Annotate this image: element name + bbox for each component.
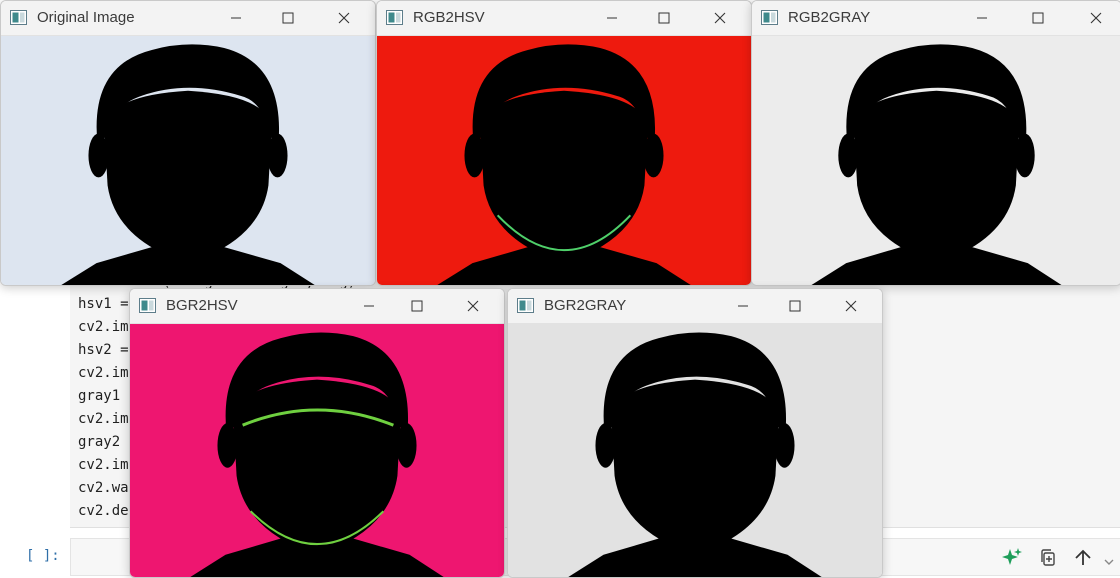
minimize-button[interactable] [213, 1, 259, 35]
arrow-up-icon[interactable] [1071, 546, 1095, 570]
app-icon [10, 10, 27, 25]
code-line: gray2 [78, 434, 121, 450]
window-title: RGB2GRAY [788, 9, 871, 26]
portrait-image: .o .suit{fill:#1c1f26}.o .shirt{fill:#ff… [1, 36, 375, 285]
code-line: cv2.im [78, 411, 129, 427]
window-original-image[interactable]: Original Image .o .suit{fill:#1c1f26}.o … [0, 0, 376, 286]
cell-prompt: [ ]: [26, 548, 60, 564]
code-line: cv2.de [78, 503, 129, 519]
portrait-image: .h1 .suit{fill:#2b2a78}.h1 .shirt{fill:#… [377, 36, 751, 285]
minimize-button[interactable] [959, 1, 1005, 35]
minimize-button[interactable] [720, 289, 766, 323]
window-title: Original Image [37, 9, 135, 26]
code-line: cv2.im [78, 319, 129, 335]
window-rgb2hsv[interactable]: RGB2HSV .h1 .suit{fill:#2b2a78}.h1 .shir… [376, 0, 752, 286]
sparkle-icon[interactable] [1000, 546, 1024, 570]
image-view: .h1 .suit{fill:#2b2a78}.h1 .shirt{fill:#… [377, 36, 751, 285]
minimize-button[interactable] [346, 289, 392, 323]
code-line: gray1 [78, 388, 121, 404]
titlebar[interactable]: BGR2GRAY [508, 289, 882, 324]
maximize-button[interactable] [641, 1, 687, 35]
close-button[interactable] [1073, 1, 1119, 35]
maximize-button[interactable] [1015, 1, 1061, 35]
image-view: .o .suit{fill:#1c1f26}.o .shirt{fill:#ff… [1, 36, 375, 285]
code-line: cv2.im [78, 457, 129, 473]
maximize-button[interactable] [394, 289, 440, 323]
titlebar[interactable]: RGB2GRAY [752, 1, 1120, 36]
portrait-image: .h2 .suit{fill:#243a8a}.h2 .shirt{fill:#… [130, 324, 504, 577]
close-button[interactable] [450, 289, 496, 323]
titlebar[interactable]: Original Image [1, 1, 375, 36]
titlebar[interactable]: BGR2HSV [130, 289, 504, 324]
duplicate-icon[interactable] [1036, 546, 1060, 570]
close-button[interactable] [697, 1, 743, 35]
code-line: cv2.im [78, 365, 129, 381]
image-view: .g2 .suit{fill:#1c1c1c}.g2 .shirt{fill:#… [508, 324, 882, 577]
chevron-down-icon[interactable] [1100, 550, 1118, 574]
close-button[interactable] [321, 1, 367, 35]
window-rgb2gray[interactable]: RGB2GRAY .g1 .suit{fill:#1e1e1e}.g1 .shi… [751, 0, 1120, 286]
window-title: BGR2HSV [166, 297, 238, 314]
close-button[interactable] [828, 289, 874, 323]
portrait-image: .g1 .suit{fill:#1e1e1e}.g1 .shirt{fill:#… [752, 36, 1120, 285]
window-title: BGR2GRAY [544, 297, 627, 314]
portrait-image: .g2 .suit{fill:#1c1c1c}.g2 .shirt{fill:#… [508, 324, 882, 577]
app-icon [139, 298, 156, 313]
app-icon [517, 298, 534, 313]
titlebar[interactable]: RGB2HSV [377, 1, 751, 36]
image-view: .h2 .suit{fill:#243a8a}.h2 .shirt{fill:#… [130, 324, 504, 577]
code-line: cv2.wa [78, 480, 129, 496]
app-icon [386, 10, 403, 25]
window-bgr2gray[interactable]: BGR2GRAY .g2 .suit{fill:#1c1c1c}.g2 .shi… [507, 288, 883, 578]
app-icon [761, 10, 778, 25]
window-bgr2hsv[interactable]: BGR2HSV .h2 .suit{fill:#243a8a}.h2 .shir… [129, 288, 505, 578]
image-view: .g1 .suit{fill:#1e1e1e}.g1 .shirt{fill:#… [752, 36, 1120, 285]
maximize-button[interactable] [772, 289, 818, 323]
maximize-button[interactable] [265, 1, 311, 35]
minimize-button[interactable] [589, 1, 635, 35]
window-title: RGB2HSV [413, 9, 485, 26]
